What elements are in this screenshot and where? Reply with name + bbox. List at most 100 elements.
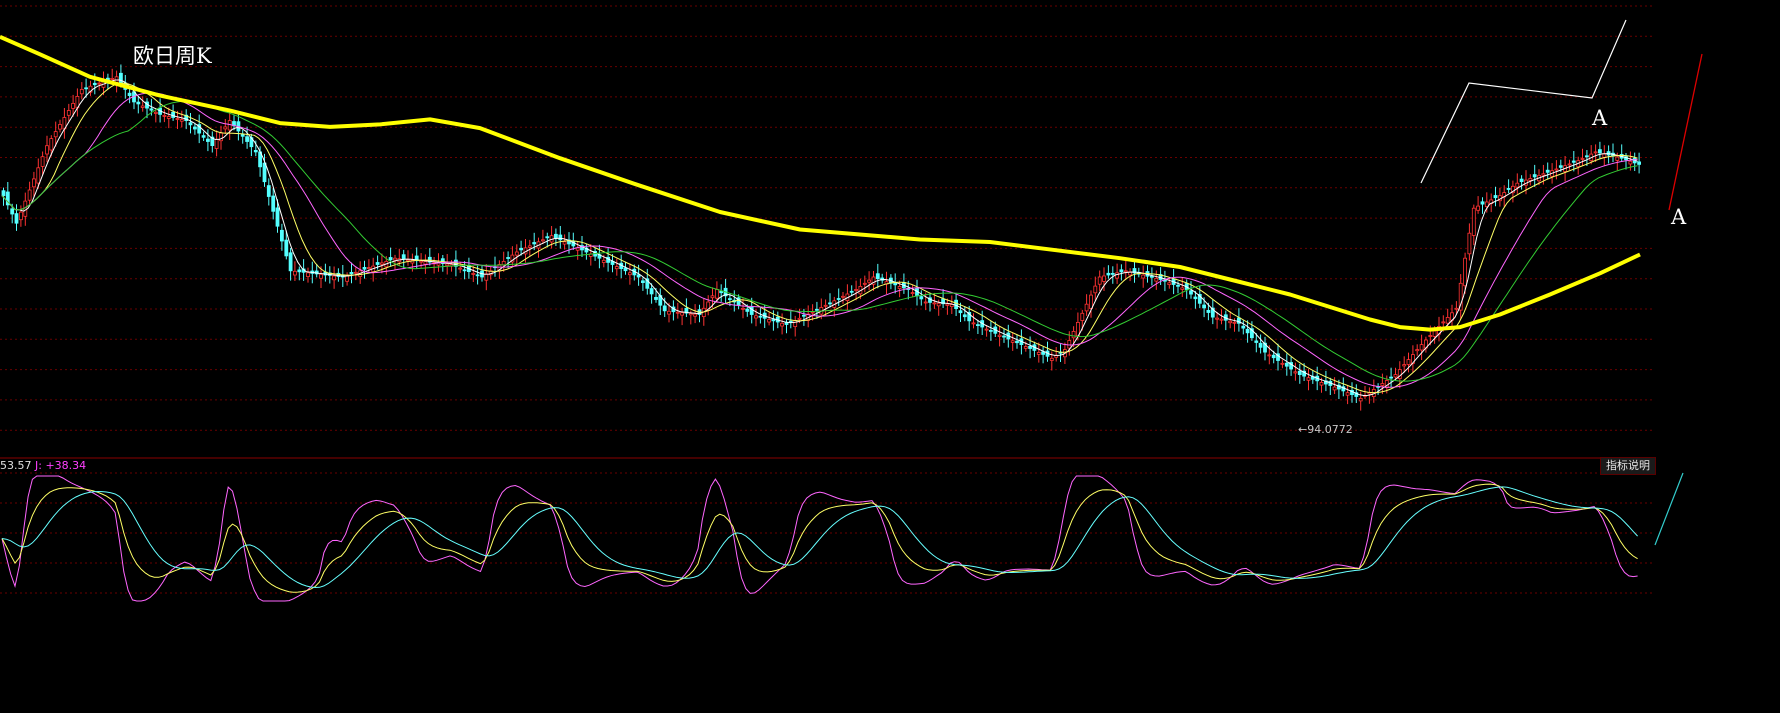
- candle-body: [240, 134, 245, 137]
- candle-body: [475, 274, 480, 277]
- candle-body: [366, 267, 371, 270]
- candle-body: [36, 167, 41, 184]
- candle-body: [140, 105, 145, 108]
- candle-body: [1267, 354, 1272, 357]
- candle-body: [1432, 330, 1437, 337]
- candle-body: [1293, 371, 1298, 374]
- grid: [0, 5, 1655, 594]
- candle-body: [715, 289, 719, 299]
- candle-body: [1332, 386, 1337, 391]
- candle-body: [201, 135, 206, 138]
- candle-body: [292, 270, 297, 276]
- candle-body: [545, 236, 550, 239]
- candle-body: [1167, 282, 1172, 285]
- candle-body: [1467, 232, 1472, 255]
- candle-body: [297, 269, 302, 273]
- candle-body: [945, 303, 950, 306]
- candle-body: [227, 120, 232, 131]
- candle-body: [1015, 340, 1019, 344]
- candle-body: [815, 308, 819, 311]
- candle-body: [1389, 376, 1393, 379]
- candle-body: [641, 280, 645, 283]
- candle-body: [532, 242, 537, 245]
- candle-body: [419, 260, 424, 263]
- candle-body: [1258, 342, 1263, 348]
- candle-body: [284, 239, 289, 257]
- candle-body: [919, 296, 924, 300]
- moving-averages: [0, 34, 1641, 397]
- candle-body: [1028, 345, 1032, 349]
- candle-body: [1241, 325, 1246, 329]
- indicator-help-button[interactable]: 指标说明: [1600, 457, 1656, 475]
- candle-body: [758, 315, 763, 318]
- candle-body: [379, 262, 384, 265]
- candle-body: [179, 119, 184, 122]
- candle-body: [823, 304, 828, 307]
- candle-body: [484, 273, 489, 281]
- candle-body: [1358, 397, 1363, 402]
- candle-body: [162, 115, 167, 117]
- candle-body: [406, 259, 410, 262]
- kline-chart: 欧日周K A A 53.57 J: +38.34 指标说明 ←94.0772: [0, 0, 1780, 709]
- candle-body: [1406, 359, 1411, 365]
- candle-body: [175, 118, 180, 120]
- candle-body: [719, 290, 724, 294]
- kdj-d-line: [1, 486, 1638, 589]
- candle-body: [1319, 381, 1324, 386]
- candle-body: [841, 295, 845, 298]
- candle-body: [362, 266, 367, 270]
- candle-body: [223, 126, 228, 130]
- wave-sketch-red: [1668, 53, 1703, 211]
- kdj-prefix-value: 53.57: [0, 459, 32, 472]
- candle-body: [332, 275, 337, 281]
- candle-body: [976, 324, 980, 327]
- candle-body: [79, 89, 84, 95]
- candle-body: [1067, 340, 1072, 349]
- candle-body: [1254, 340, 1259, 343]
- candle-body: [836, 298, 841, 300]
- candle-body: [40, 156, 45, 167]
- candle-body: [1284, 362, 1289, 367]
- candle-body: [554, 233, 558, 239]
- candle-body: [897, 285, 902, 289]
- wave-annotations: [1420, 19, 1703, 546]
- candle-body: [166, 116, 171, 119]
- candle-body: [1119, 269, 1124, 273]
- candle-body: [519, 247, 523, 251]
- wave-label: A: [1671, 205, 1687, 229]
- candle-body: [1228, 320, 1233, 324]
- candle-body: [688, 313, 693, 316]
- candle-body: [1306, 377, 1311, 381]
- candle-body: [1580, 158, 1585, 160]
- candle-body: [680, 312, 684, 316]
- candle-body: [1428, 335, 1433, 337]
- candle-body: [1102, 275, 1106, 282]
- candle-body: [279, 229, 284, 242]
- candle-body: [353, 271, 358, 274]
- candle-body: [1245, 328, 1250, 334]
- candle-body: [205, 138, 210, 142]
- candle-body: [1480, 201, 1485, 205]
- candle-body: [71, 103, 75, 109]
- candle-body: [1049, 357, 1054, 361]
- candle-body: [1010, 340, 1015, 343]
- candle-body: [1345, 392, 1350, 396]
- candle-body: [275, 207, 280, 227]
- candle-body: [1180, 287, 1185, 290]
- candle-body: [136, 101, 141, 105]
- candle-body: [27, 189, 32, 201]
- candle-body: [667, 310, 671, 315]
- candle-body: [662, 305, 667, 312]
- candle-body: [562, 241, 567, 245]
- candle-body: [954, 299, 958, 310]
- candle-body: [1071, 330, 1076, 339]
- candle-body: [53, 131, 58, 138]
- candle-body: [1154, 277, 1159, 282]
- candle-body: [423, 261, 428, 265]
- candle-body: [623, 267, 628, 272]
- candle-body: [1493, 195, 1498, 199]
- candle-body: [1637, 161, 1641, 165]
- candle-body: [1598, 149, 1602, 154]
- candle-body: [971, 322, 976, 325]
- candle-body: [828, 302, 832, 305]
